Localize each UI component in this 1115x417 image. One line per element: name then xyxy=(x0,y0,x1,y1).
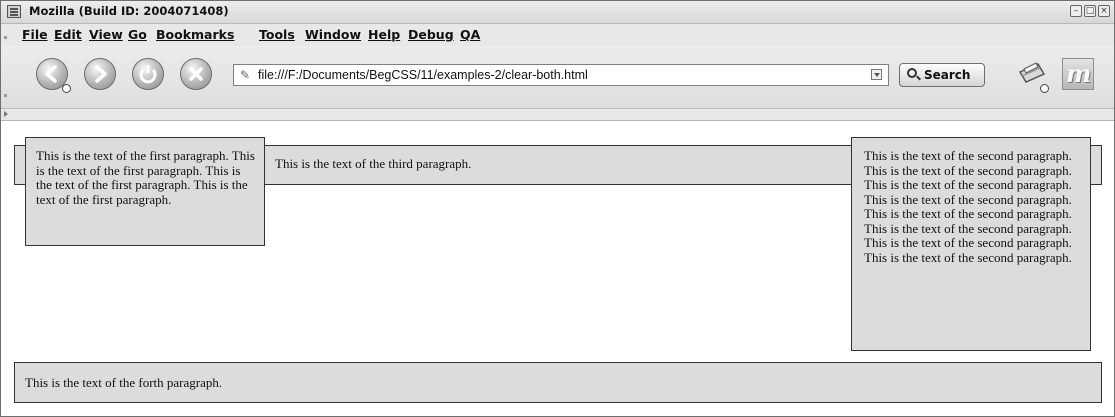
throbber-logo[interactable]: m xyxy=(1062,58,1094,90)
stop-button[interactable] xyxy=(180,58,212,90)
toolbar-expand-icon[interactable] xyxy=(4,111,8,117)
title-bar[interactable]: Mozilla (Build ID: 2004071408) – □ × xyxy=(1,1,1114,24)
navigation-toolbar: ✎ file:///F:/Documents/BegCSS/11/example… xyxy=(1,46,1114,109)
maximize-icon[interactable]: □ xyxy=(1084,5,1096,17)
page-content: This is the text of the third paragraph.… xyxy=(1,121,1114,416)
navbar-grip-icon[interactable] xyxy=(3,82,8,100)
personal-toolbar xyxy=(1,109,1114,121)
url-bar[interactable]: ✎ file:///F:/Documents/BegCSS/11/example… xyxy=(233,64,889,86)
stop-icon xyxy=(189,67,203,81)
url-history-dropdown-icon[interactable] xyxy=(871,69,882,80)
close-icon[interactable]: × xyxy=(1098,5,1110,17)
menu-bookmarks[interactable]: Bookmarks xyxy=(156,27,234,42)
menu-qa[interactable]: QA xyxy=(460,27,480,42)
menu-go[interactable]: Go xyxy=(128,27,147,42)
window-title: Mozilla (Build ID: 2004071408) xyxy=(29,4,229,18)
forth-paragraph: This is the text of the forth paragraph. xyxy=(14,362,1102,403)
menu-view[interactable]: View xyxy=(89,27,123,42)
back-dropdown-icon[interactable] xyxy=(62,84,71,93)
page-proxy-icon[interactable]: ✎ xyxy=(240,68,250,82)
minimize-icon[interactable]: – xyxy=(1070,5,1082,17)
mozilla-logo-icon: m xyxy=(1066,59,1092,88)
menu-edit[interactable]: Edit xyxy=(54,27,82,42)
forward-icon xyxy=(95,65,107,83)
menu-debug[interactable]: Debug xyxy=(408,27,454,42)
menu-tools[interactable]: Tools xyxy=(259,27,295,42)
second-paragraph: This is the text of the second paragraph… xyxy=(851,137,1091,351)
search-label: Search xyxy=(924,68,971,82)
forward-button[interactable] xyxy=(84,58,116,90)
search-button[interactable]: Search xyxy=(899,63,985,87)
print-dropdown-icon[interactable] xyxy=(1040,84,1049,93)
reload-icon xyxy=(139,65,157,84)
third-paragraph-text: This is the text of the third paragraph. xyxy=(275,156,472,171)
url-input[interactable]: file:///F:/Documents/BegCSS/11/examples-… xyxy=(258,68,588,82)
app-icon[interactable] xyxy=(7,5,21,18)
first-paragraph: This is the text of the first paragraph.… xyxy=(25,137,265,246)
menubar-grip-icon[interactable] xyxy=(3,24,8,42)
menu-bar: File Edit View Go Bookmarks Tools Window… xyxy=(1,24,1114,46)
search-icon xyxy=(907,68,917,78)
menu-window[interactable]: Window xyxy=(305,27,361,42)
reload-button[interactable] xyxy=(132,58,164,90)
menu-file[interactable]: File xyxy=(22,27,48,42)
browser-window: Mozilla (Build ID: 2004071408) – □ × Fil… xyxy=(0,0,1115,417)
menu-help[interactable]: Help xyxy=(368,27,400,42)
